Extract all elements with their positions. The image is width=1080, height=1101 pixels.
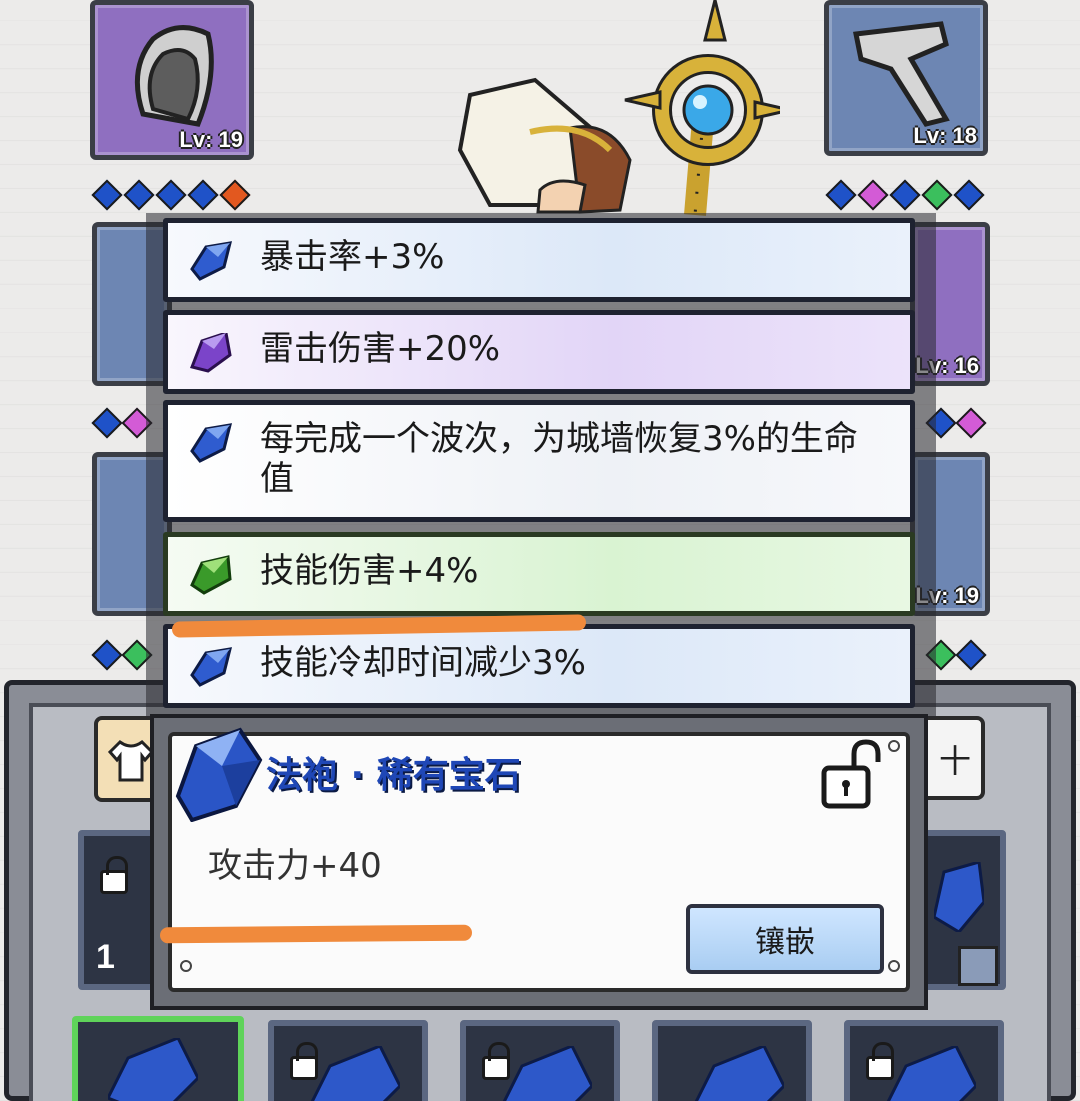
gem-socket-row [825, 179, 985, 211]
item-count: 1 [96, 938, 115, 976]
level-label: Lv: 19 [179, 127, 243, 152]
blue-gem-icon [955, 639, 987, 671]
gem-socket-row [91, 407, 153, 439]
inventory-slot[interactable] [844, 1020, 1004, 1101]
attribute-text: 技能冷却时间减少3% [260, 643, 586, 683]
blue-gem-icon [825, 179, 857, 211]
attribute-row-crit[interactable]: 暴击率+3% [163, 218, 915, 302]
blue-gem-icon [108, 1038, 198, 1101]
blue-gem-icon [91, 639, 123, 671]
shirt-icon [108, 740, 154, 782]
green-gem-icon [921, 179, 953, 211]
attribute-row-skill-damage[interactable]: 技能伤害+4% [163, 532, 915, 616]
blue-gem-icon [190, 423, 233, 463]
attribute-row-wall-heal[interactable]: 每完成一个波次，为城墙恢复3%的生命值 [163, 400, 915, 522]
blue-gem-icon [953, 179, 985, 211]
blue-gem-icon [91, 407, 123, 439]
attribute-text: 雷击伤害+20% [260, 329, 501, 369]
blue-gem-icon [934, 862, 984, 932]
attribute-row-cooldown[interactable]: 技能冷却时间减少3% [163, 624, 915, 708]
lock-icon [100, 856, 128, 894]
inventory-slot[interactable] [268, 1020, 428, 1101]
armor-filter-icon[interactable] [958, 946, 998, 986]
blue-gem-icon [886, 1046, 976, 1101]
pink-gem-icon [955, 407, 987, 439]
gem-socket-row [925, 639, 987, 671]
gem-title: 法袍 · 稀有宝石 [266, 755, 521, 796]
rare-gem-icon [175, 727, 263, 822]
equip-slot-helmet[interactable]: Lv: 19 [90, 0, 254, 160]
corner-rivet [888, 960, 900, 972]
blue-gem-icon [502, 1046, 592, 1101]
gem-socket-row [925, 407, 987, 439]
blue-gem-icon [91, 179, 123, 211]
blue-gem-icon [155, 179, 187, 211]
blue-gem-icon [190, 647, 233, 687]
purple-gem-icon [189, 333, 232, 373]
blue-gem-icon [694, 1046, 784, 1101]
attribute-row-lightning[interactable]: 雷击伤害+20% [163, 310, 915, 394]
boot-icon [853, 21, 950, 127]
corner-rivet [888, 740, 900, 752]
inventory-slot[interactable] [460, 1020, 620, 1101]
blue-gem-icon [190, 241, 233, 281]
inventory-slot[interactable] [918, 830, 1006, 990]
pink-gem-icon [857, 179, 889, 211]
inventory-slot[interactable] [652, 1020, 812, 1101]
hood-icon [134, 25, 214, 127]
level-label: Lv: 18 [913, 123, 977, 148]
highlight-stroke [159, 924, 473, 944]
equip-slot-weapon[interactable]: Lv: 18 [824, 0, 988, 156]
unlock-icon[interactable] [820, 738, 884, 810]
attribute-text: 暴击率+3% [260, 237, 445, 277]
gem-socket-row [91, 639, 153, 671]
corner-rivet [180, 960, 192, 972]
blue-gem-icon [123, 179, 155, 211]
attribute-text: 技能伤害+4% [260, 551, 479, 591]
inventory-slot-selected[interactable] [72, 1016, 244, 1101]
blue-gem-icon [310, 1046, 400, 1101]
green-gem-icon [190, 555, 232, 595]
blue-gem-icon [187, 179, 219, 211]
orange-gem-icon [219, 179, 251, 211]
gem-socket-row [91, 179, 251, 211]
inlay-button[interactable]: 镶嵌 [686, 904, 884, 974]
tab-sort-label: 十 [938, 742, 971, 780]
attribute-text: 每完成一个波次，为城墙恢复3%的生命值 [260, 419, 858, 499]
gem-stat: 攻击力+40 [208, 846, 382, 886]
blue-gem-icon [889, 179, 921, 211]
hero-illustration [457, 0, 780, 216]
